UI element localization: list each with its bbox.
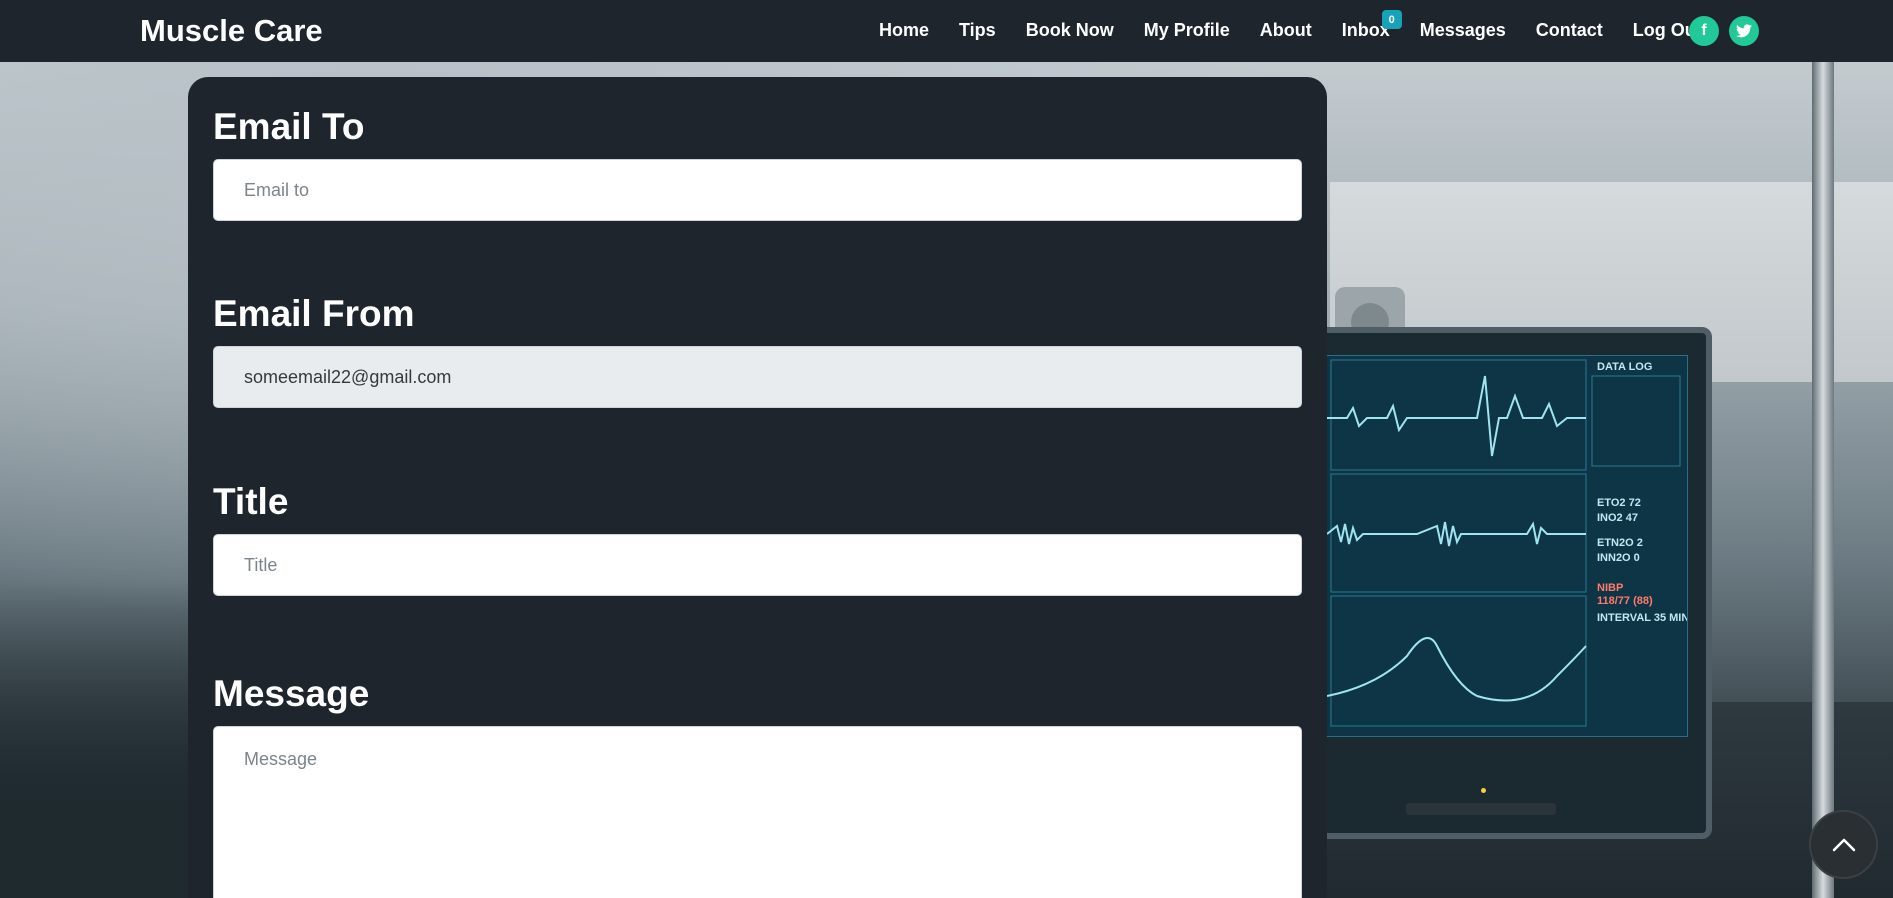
nav-tips[interactable]: Tips — [959, 20, 996, 41]
iv-pole — [1812, 62, 1834, 898]
facebook-glyph: f — [1701, 22, 1707, 39]
nav-inbox[interactable]: Inbox 0 — [1342, 10, 1402, 41]
nav-contact[interactable]: Contact — [1536, 20, 1603, 41]
nav-links: Home Tips Book Now My Profile About Inbo… — [879, 10, 1732, 41]
svg-text:INN2O 0: INN2O 0 — [1597, 552, 1640, 564]
svg-text:INO2 47: INO2 47 — [1597, 512, 1638, 524]
nav-book-now[interactable]: Book Now — [1026, 20, 1114, 41]
message-textarea[interactable] — [213, 726, 1302, 898]
email-to-label: Email To — [213, 106, 365, 147]
monitor-led — [1481, 788, 1486, 793]
email-from-input[interactable] — [213, 346, 1302, 408]
svg-text:INTERVAL 35 MIN: INTERVAL 35 MIN — [1597, 612, 1687, 624]
svg-text:DATA LOG: DATA LOG — [1597, 361, 1652, 373]
twitter-bird-icon — [1736, 24, 1752, 38]
message-label: Message — [213, 673, 370, 714]
svg-text:ETO2 72: ETO2 72 — [1597, 497, 1641, 509]
back-to-top-button[interactable] — [1809, 810, 1878, 879]
compose-email-card: Email To Email From Title Message — [188, 77, 1327, 898]
title-label: Title — [213, 481, 289, 522]
medical-monitor: DATA LOG ETO2 72 INO2 47 ETN2O 2 INN2O 0… — [1310, 327, 1712, 839]
nav-about[interactable]: About — [1260, 20, 1312, 41]
nav-messages[interactable]: Messages — [1420, 20, 1506, 41]
email-to-input[interactable] — [213, 159, 1302, 221]
monitor-base — [1406, 803, 1556, 815]
facebook-icon[interactable]: f — [1689, 16, 1719, 46]
brand-logo[interactable]: Muscle Care — [140, 13, 323, 49]
monitor-screen: DATA LOG ETO2 72 INO2 47 ETN2O 2 INN2O 0… — [1326, 355, 1688, 737]
nav-home[interactable]: Home — [879, 20, 929, 41]
navbar: Muscle Care Home Tips Book Now My Profil… — [0, 0, 1893, 62]
nav-my-profile[interactable]: My Profile — [1144, 20, 1230, 41]
inbox-count-badge: 0 — [1381, 10, 1402, 29]
twitter-icon[interactable] — [1729, 16, 1759, 46]
svg-text:ETN2O 2: ETN2O 2 — [1597, 537, 1643, 549]
svg-text:118/77 (88): 118/77 (88) — [1597, 595, 1653, 607]
chevron-up-icon — [1832, 838, 1855, 851]
email-from-label: Email From — [213, 293, 415, 334]
svg-text:NIBP: NIBP — [1597, 582, 1623, 594]
title-input[interactable] — [213, 534, 1302, 596]
